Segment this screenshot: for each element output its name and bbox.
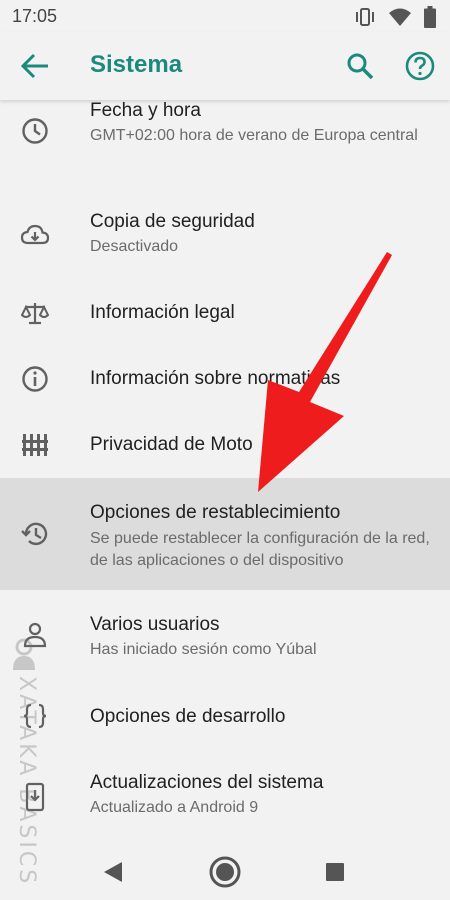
item-subtitle: Desactivado [90, 238, 179, 255]
item-label: Opciones de restablecimiento [90, 502, 341, 523]
item-label: Opciones de desarrollo [90, 706, 286, 727]
history-icon [21, 522, 48, 546]
list-item-legal-info[interactable]: Información legal [0, 280, 450, 346]
list-item-multiple-users[interactable]: Varios usuarios Has iniciado sesión como… [0, 590, 450, 678]
item-label: Privacidad de Moto [90, 434, 253, 455]
navigation-bar [0, 842, 450, 900]
item-subtitle: Has iniciado sesión como Yúbal [90, 641, 317, 658]
clock-icon [22, 118, 48, 144]
list-item-reset-options[interactable]: Opciones de restablecimiento Se puede re… [0, 478, 450, 590]
search-icon[interactable] [344, 50, 376, 82]
status-time: 17:05 [12, 6, 58, 26]
back-triangle-icon[interactable] [95, 854, 131, 890]
item-subtitle: Actualizado a Android 9 [90, 799, 259, 816]
recents-square-icon[interactable] [317, 854, 353, 890]
battery-icon [424, 6, 436, 28]
status-icons [354, 6, 436, 28]
help-icon[interactable] [404, 50, 436, 82]
vibrate-icon [356, 8, 374, 26]
list-item-regulatory-info[interactable]: Información sobre normativas [0, 346, 450, 412]
system-update-icon [25, 782, 45, 812]
page-title: Sistema [90, 51, 183, 78]
item-label: Actualizaciones del sistema [90, 772, 324, 793]
scale-icon [20, 303, 50, 325]
cloud-backup-icon [20, 224, 50, 245]
settings-list: Fecha y hora GMT+02:00 hora de verano de… [0, 100, 450, 842]
list-item-moto-privacy[interactable]: Privacidad de Moto [0, 412, 450, 478]
app-bar: Sistema [0, 32, 450, 100]
home-circle-icon[interactable] [207, 854, 243, 890]
item-label: Varios usuarios [90, 614, 220, 635]
person-icon [23, 622, 47, 648]
list-item-date-time[interactable]: Fecha y hora GMT+02:00 hora de verano de… [0, 100, 450, 188]
info-icon [22, 366, 48, 392]
status-bar: 17:05 [0, 0, 450, 32]
code-braces-icon [23, 703, 47, 729]
item-subtitle: Se puede restablecer la configuración de… [90, 530, 430, 569]
item-label: Copia de seguridad [90, 211, 255, 232]
item-label: Información legal [90, 302, 235, 323]
list-item-backup[interactable]: Copia de seguridad Desactivado [0, 190, 450, 280]
list-item-system-updates[interactable]: Actualizaciones del sistema Actualizado … [0, 756, 450, 842]
list-item-developer-options[interactable]: Opciones de desarrollo [0, 678, 450, 756]
fence-icon [22, 434, 48, 456]
back-arrow-icon[interactable] [20, 52, 50, 80]
item-label: Fecha y hora [90, 100, 201, 121]
item-subtitle: GMT+02:00 hora de verano de Europa centr… [90, 127, 418, 144]
item-label: Información sobre normativas [90, 368, 341, 389]
wifi-icon [389, 8, 411, 26]
